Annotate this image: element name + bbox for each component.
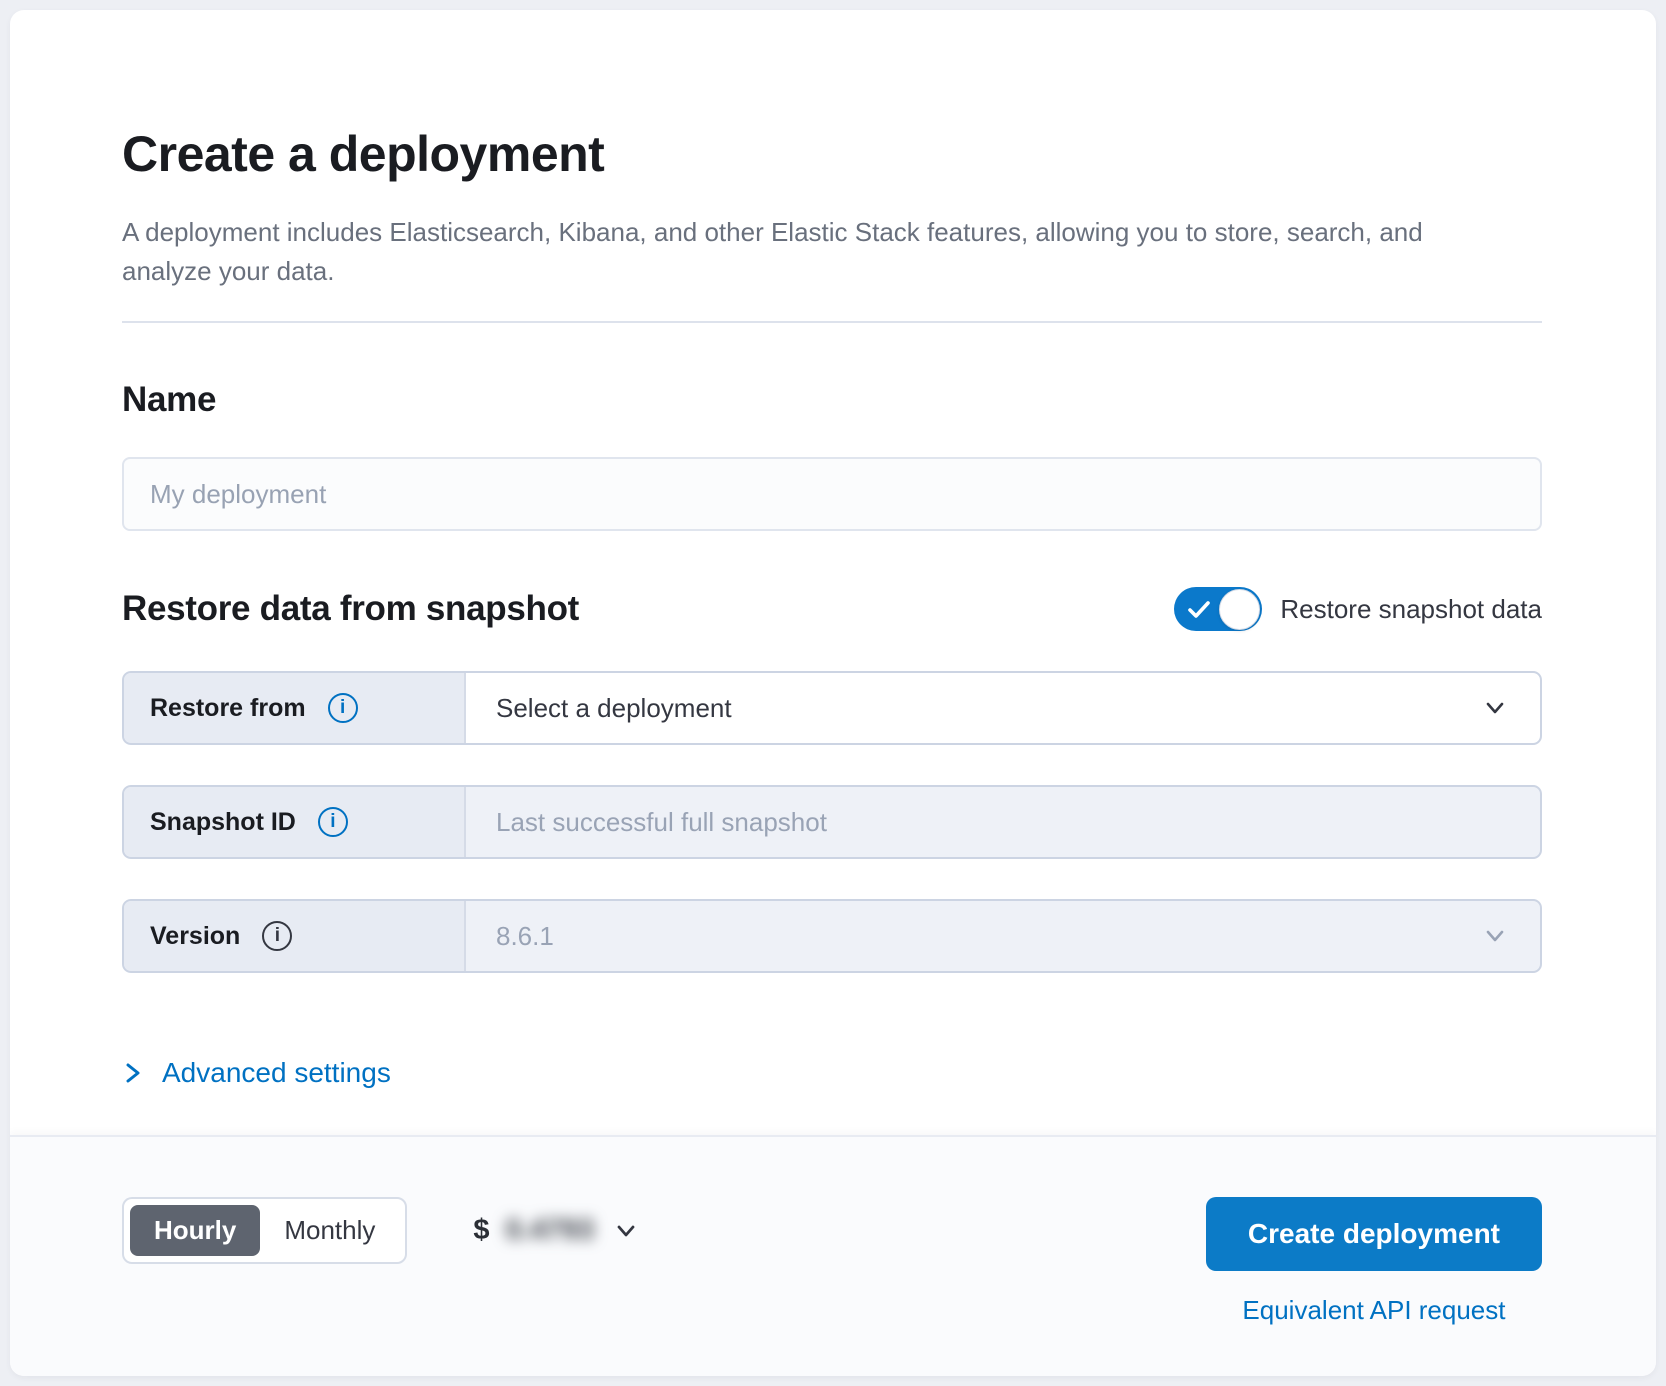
version-value: 8.6.1 (496, 921, 554, 952)
advanced-settings-label: Advanced settings (162, 1057, 391, 1089)
snapshot-id-field: Last successful full snapshot (464, 787, 1540, 857)
restore-from-select[interactable]: Select a deployment (464, 673, 1540, 743)
chevron-down-icon (610, 1215, 642, 1247)
price-dropdown[interactable]: $ 0.4793 (473, 1214, 642, 1247)
create-deployment-panel: Create a deployment A deployment include… (10, 10, 1656, 1376)
price-amount-masked: 0.4793 (506, 1214, 595, 1247)
toggle-knob (1219, 589, 1260, 630)
version-label-cell: Version i (124, 901, 464, 971)
billing-period-group: Hourly Monthly (122, 1197, 407, 1264)
billing-cluster: Hourly Monthly $ 0.4793 (122, 1197, 642, 1264)
snapshot-id-row: Snapshot ID i Last successful full snaps… (122, 785, 1542, 859)
version-select: 8.6.1 (464, 901, 1540, 971)
restore-snapshot-toggle[interactable] (1174, 587, 1262, 631)
restore-toggle-label: Restore snapshot data (1280, 594, 1542, 625)
snapshot-id-label: Snapshot ID (150, 808, 296, 837)
advanced-settings-link[interactable]: Advanced settings (122, 1057, 391, 1089)
restore-from-row: Restore from i Select a deployment (122, 671, 1542, 745)
page-subtitle: A deployment includes Elasticsearch, Kib… (122, 213, 1442, 291)
info-icon[interactable]: i (318, 807, 348, 837)
main-content: Create a deployment A deployment include… (10, 10, 1656, 1135)
check-icon (1187, 599, 1211, 620)
monthly-button[interactable]: Monthly (260, 1205, 399, 1256)
restore-section-header: Restore data from snapshot Restore snaps… (122, 587, 1542, 631)
submit-cluster: Create deployment Equivalent API request (1206, 1197, 1542, 1326)
version-label: Version (150, 922, 240, 951)
create-deployment-button[interactable]: Create deployment (1206, 1197, 1542, 1271)
chevron-down-icon (1480, 693, 1510, 723)
restore-section-heading: Restore data from snapshot (122, 588, 579, 630)
version-row: Version i 8.6.1 (122, 899, 1542, 973)
header-divider (122, 321, 1542, 323)
equivalent-api-request-link[interactable]: Equivalent API request (1242, 1295, 1505, 1326)
deployment-name-input[interactable] (122, 457, 1542, 531)
chevron-down-icon (1480, 921, 1510, 951)
name-section-heading: Name (122, 379, 1542, 421)
page-title: Create a deployment (122, 125, 1542, 183)
bottom-bar: Hourly Monthly $ 0.4793 Create deploymen… (10, 1135, 1656, 1376)
restore-from-label-cell: Restore from i (124, 673, 464, 743)
restore-from-label: Restore from (150, 694, 306, 723)
restore-from-value: Select a deployment (496, 693, 732, 724)
hourly-button[interactable]: Hourly (130, 1205, 260, 1256)
chevron-right-icon (122, 1059, 144, 1087)
price-currency: $ (473, 1214, 489, 1247)
restore-toggle-group: Restore snapshot data (1174, 587, 1542, 631)
snapshot-id-label-cell: Snapshot ID i (124, 787, 464, 857)
info-icon[interactable]: i (328, 693, 358, 723)
snapshot-id-value: Last successful full snapshot (496, 807, 827, 838)
info-icon[interactable]: i (262, 921, 292, 951)
